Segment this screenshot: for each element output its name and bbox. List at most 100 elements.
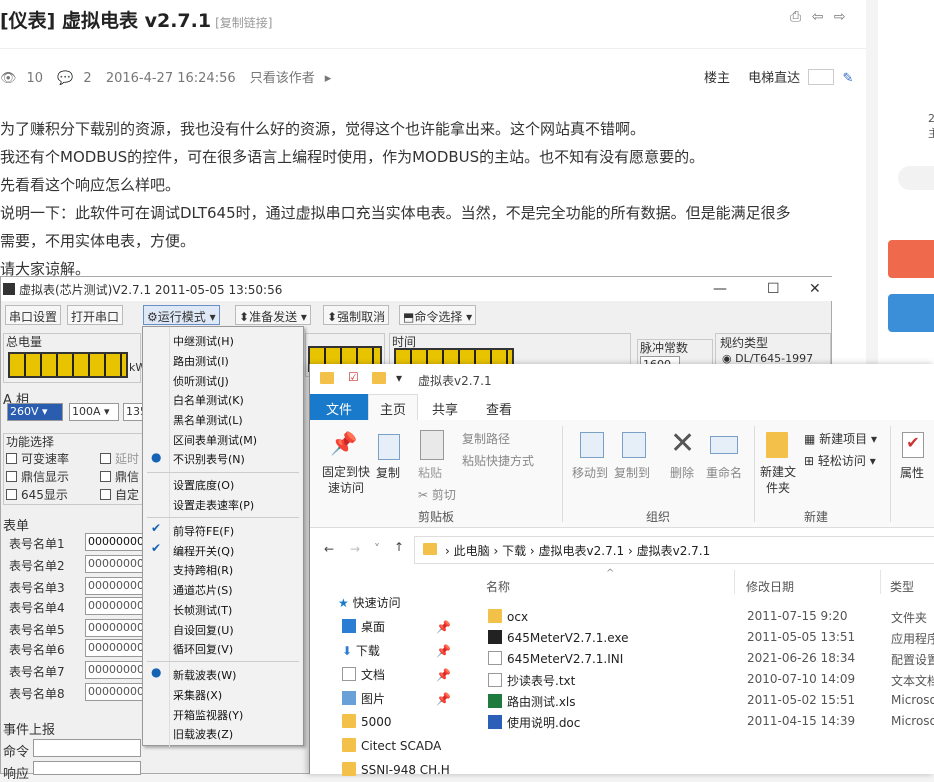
copy-to-button[interactable]: 复制到 — [614, 464, 650, 481]
menu-item[interactable]: 开箱监视器(Y) — [173, 707, 243, 723]
easy-access-button[interactable]: ⊞ 轻松访问 ▾ — [804, 452, 876, 469]
menu-item[interactable]: 长帧测试(T) — [173, 602, 232, 618]
file-row[interactable]: 路由测试.xls — [488, 693, 576, 710]
paste-shortcut-button[interactable]: 粘贴快捷方式 — [462, 452, 534, 469]
nav-quick-access[interactable]: ★ 快速访问 — [338, 594, 401, 611]
wrench-icon[interactable]: ✎ — [842, 71, 853, 86]
orange-button[interactable] — [888, 240, 934, 278]
copy-link[interactable]: [复制链接] — [215, 16, 272, 30]
sidebar-pill[interactable] — [898, 166, 934, 190]
pin-icon[interactable]: 📌 — [330, 432, 357, 457]
nav-ssni[interactable]: SSNI-948 CH.H — [342, 762, 450, 777]
back-icon[interactable]: ← — [324, 542, 334, 556]
paste-button[interactable]: 粘贴 — [418, 464, 442, 481]
checkmark-icon[interactable]: ☑ — [348, 370, 359, 384]
open-port-button[interactable]: 打开串口 — [67, 305, 124, 325]
nav-5000[interactable]: 5000 — [342, 714, 392, 729]
tab-home[interactable]: 主页 — [380, 399, 406, 418]
breadcrumb-item[interactable]: 虚拟电表v2.7.1 — [539, 544, 625, 558]
column-date[interactable]: 修改日期 — [746, 578, 794, 595]
nav-pictures[interactable]: 图片 — [342, 690, 385, 707]
menu-item[interactable]: 白名单测试(K) — [173, 392, 244, 408]
display-645-checkbox[interactable]: 645显示 — [6, 486, 68, 503]
menu-item[interactable]: 新载波表(W) — [173, 667, 236, 683]
tab-file[interactable]: 文件 — [326, 399, 352, 418]
blue-button[interactable] — [888, 294, 934, 332]
delete-button[interactable]: 删除 — [670, 464, 694, 481]
value-select[interactable]: 135 — [123, 403, 147, 421]
file-row[interactable]: 645MeterV2.7.1.INI — [488, 651, 623, 666]
serial-settings-button[interactable]: 串口设置 — [5, 305, 62, 325]
menu-item[interactable]: 循环回复(V) — [173, 641, 233, 657]
custom-checkbox[interactable]: 自定 — [100, 486, 139, 503]
menu-item[interactable]: 通道芯片(S) — [173, 582, 233, 598]
menu-item[interactable]: 设置底度(O) — [173, 477, 234, 493]
elevator-input[interactable] — [808, 69, 835, 85]
up-icon[interactable]: ↑ — [394, 540, 404, 554]
command-input[interactable] — [33, 739, 141, 757]
new-folder-icon[interactable] — [766, 432, 788, 458]
dingxin-checkbox[interactable]: 鼎信 — [100, 468, 139, 485]
pin-quick-access-button[interactable]: 固定到快速访问 — [318, 464, 374, 496]
print-icon[interactable]: ⎙ ⇦ ⇨ — [790, 9, 849, 25]
menu-item[interactable]: 前导符FE(F) — [173, 523, 234, 539]
clipboard-icon[interactable] — [420, 430, 444, 460]
variable-rate-checkbox[interactable]: 可变速率 — [6, 450, 69, 467]
nav-downloads[interactable]: ⬇ 下载 — [342, 642, 380, 659]
properties-button[interactable]: 属性 — [900, 464, 924, 481]
menu-item[interactable]: 黑名单测试(L) — [173, 412, 243, 428]
breadcrumb-item[interactable]: 下载 — [502, 544, 526, 558]
file-row[interactable]: 抄读表号.txt — [488, 672, 575, 689]
nav-desktop[interactable]: 桌面 — [342, 618, 385, 635]
file-row[interactable]: 使用说明.doc — [488, 714, 580, 731]
copy-to-icon[interactable] — [622, 432, 646, 458]
prepare-send-button[interactable]: ⬍准备发送 ▾ — [235, 305, 311, 325]
menu-item[interactable]: 侦听测试(J) — [173, 373, 229, 389]
only-author-link[interactable]: 只看该作者 — [250, 71, 315, 86]
chevron-down-icon[interactable]: ▾ — [396, 371, 402, 385]
menu-item[interactable]: 支持跨相(R) — [173, 562, 233, 578]
delete-icon[interactable]: ✕ — [670, 426, 695, 461]
folder-icon[interactable] — [372, 372, 386, 384]
menu-item[interactable]: 不识别表号(N) — [173, 451, 245, 467]
menu-item[interactable]: 路由测试(I) — [173, 353, 229, 369]
tab-view[interactable]: 查看 — [486, 399, 512, 418]
copy-icon[interactable] — [378, 434, 400, 460]
tab-share[interactable]: 共享 — [432, 399, 458, 418]
rename-button[interactable]: 重命名 — [706, 464, 742, 481]
cut-button[interactable]: ✂ 剪切 — [418, 486, 456, 503]
voltage-select[interactable]: 260V ▾ — [7, 403, 63, 421]
menu-item[interactable]: 设置走表速率(P) — [173, 497, 254, 513]
current-select[interactable]: 100A ▾ — [69, 403, 119, 421]
column-type[interactable]: 类型 — [890, 578, 914, 595]
file-row[interactable]: 645MeterV2.7.1.exe — [488, 630, 629, 645]
file-row[interactable]: ocx — [488, 609, 528, 624]
chevron-down-icon[interactable]: ˅ — [374, 542, 380, 556]
maximize-icon[interactable]: ☐ — [767, 281, 780, 297]
nav-citect[interactable]: Citect SCADA — [342, 738, 441, 753]
properties-icon[interactable]: ✔ — [902, 432, 924, 458]
run-mode-button[interactable]: ⚙运行模式 ▾ — [143, 305, 220, 325]
new-item-button[interactable]: ▦ 新建项目 ▾ — [804, 430, 877, 447]
menu-item[interactable]: 自设回复(U) — [173, 622, 234, 638]
copy-button[interactable]: 复制 — [376, 464, 400, 481]
command-select-button[interactable]: ⬒命令选择 ▾ — [399, 305, 477, 325]
force-cancel-button[interactable]: ⬍强制取消 — [323, 305, 390, 325]
menu-item[interactable]: 旧载波表(Z) — [173, 726, 233, 742]
minimize-icon[interactable]: — — [713, 281, 727, 297]
rename-icon[interactable] — [710, 436, 738, 454]
new-folder-button[interactable]: 新建文件夹 — [758, 464, 798, 496]
move-to-icon[interactable] — [580, 432, 604, 458]
menu-item[interactable]: 中继测试(H) — [173, 333, 234, 349]
column-name[interactable]: 名称 — [486, 578, 510, 595]
breadcrumb-item[interactable]: 此电脑 — [454, 544, 490, 558]
close-icon[interactable]: ✕ — [809, 281, 821, 297]
move-to-button[interactable]: 移动到 — [572, 464, 608, 481]
delay-checkbox[interactable]: 延时 — [100, 450, 139, 467]
breadcrumb-item[interactable]: 虚拟表v2.7.1 — [637, 544, 711, 558]
menu-item[interactable]: 编程开关(Q) — [173, 543, 234, 559]
nav-documents[interactable]: 文档 — [342, 666, 385, 683]
address-bar[interactable]: › 此电脑 › 下载 › 虚拟电表v2.7.1 › 虚拟表v2.7.1 — [414, 536, 934, 564]
menu-item[interactable]: 区间表单测试(M) — [173, 432, 257, 448]
response-input[interactable] — [33, 761, 141, 775]
